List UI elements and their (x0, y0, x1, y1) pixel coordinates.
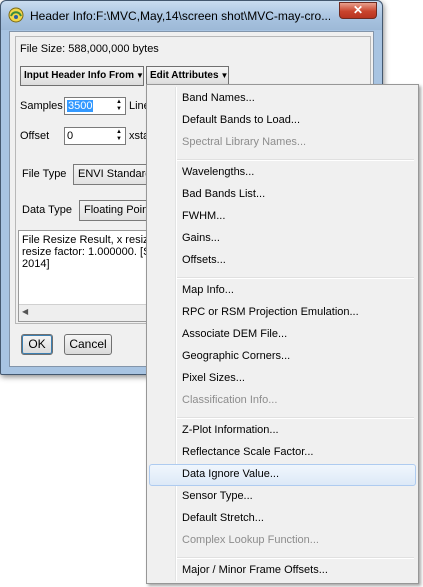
menu-item-label: Pixel Sizes... (182, 372, 245, 384)
close-button[interactable]: ✕ (339, 2, 377, 19)
menu-separator (177, 557, 414, 559)
menu-item-label: Wavelengths... (182, 166, 255, 178)
menu-separator (177, 417, 414, 419)
data-type-label: Data Type (22, 204, 72, 216)
envi-app-icon (8, 7, 24, 23)
data-type-select[interactable]: Floating Point (79, 200, 155, 221)
menu-item-label: Bad Bands List... (182, 188, 266, 200)
scroll-left-icon[interactable]: ◀ (22, 307, 28, 316)
menu-item-label: Spectral Library Names... (182, 136, 307, 148)
horizontal-scrollbar[interactable]: ◀ (19, 304, 159, 321)
chevron-down-icon: ▼ (136, 71, 144, 80)
close-icon: ✕ (352, 3, 364, 17)
description-line: resize factor: 1.000000. [Su (22, 246, 157, 258)
menu-item-label: Reflectance Scale Factor... (182, 446, 314, 458)
offset-input[interactable]: 0 ▲ ▼ (64, 127, 126, 145)
file-type-select[interactable]: ENVI Standard (73, 164, 153, 185)
cancel-button[interactable]: Cancel (64, 334, 112, 355)
edit-attributes-label: Edit Attributes (150, 70, 219, 81)
menu-item-bad-bands-list[interactable]: Bad Bands List... (149, 184, 416, 206)
offset-label: Offset (20, 130, 50, 142)
menu-item-pixel-sizes[interactable]: Pixel Sizes... (149, 368, 416, 390)
menu-item-sensor-type[interactable]: Sensor Type... (149, 486, 416, 508)
samples-value: 3500 (67, 100, 94, 112)
menu-item-band-names[interactable]: Band Names... (149, 88, 416, 110)
menu-item-associate-dem-file[interactable]: Associate DEM File... (149, 324, 416, 346)
menu-item-label: Major / Minor Frame Offsets... (182, 564, 328, 576)
edit-attributes-dropdown: Band Names... Default Bands to Load... S… (146, 84, 419, 584)
samples-input[interactable]: 3500 ▲ ▼ (64, 97, 126, 115)
menu-item-label: Default Bands to Load... (182, 114, 301, 126)
menu-item-default-bands[interactable]: Default Bands to Load... (149, 110, 416, 132)
menu-separator (177, 277, 414, 279)
description-text: File Resize Result, x resize resize fact… (22, 234, 159, 270)
input-header-info-menu[interactable]: Input Header Info From ▼ (20, 66, 144, 86)
menu-item-label: Gains... (182, 232, 220, 244)
offset-value: 0 (67, 130, 74, 142)
menu-item-data-ignore-value[interactable]: Data Ignore Value... (149, 464, 416, 486)
spinner-arrows-icon[interactable]: ▲ ▼ (114, 99, 124, 113)
menu-item-frame-offsets[interactable]: Major / Minor Frame Offsets... (149, 560, 416, 582)
menu-item-label: Band Names... (182, 92, 255, 104)
chevron-down-icon: ▼ (220, 71, 229, 80)
menu-item-complex-lookup-function: Complex Lookup Function... (149, 530, 416, 552)
input-header-info-label: Input Header Info From (24, 70, 134, 81)
menu-item-label: Associate DEM File... (182, 328, 288, 340)
menu-item-offsets[interactable]: Offsets... (149, 250, 416, 272)
menu-item-geographic-corners[interactable]: Geographic Corners... (149, 346, 416, 368)
spinner-arrows-icon[interactable]: ▲ ▼ (114, 129, 124, 143)
menu-item-label: Map Info... (182, 284, 234, 296)
menu-item-spectral-library-names: Spectral Library Names... (149, 132, 416, 154)
menu-item-label: Complex Lookup Function... (182, 534, 319, 546)
window-title: Header Info:F:\MVC,May,14\screen shot\MV… (30, 9, 330, 23)
menu-item-map-info[interactable]: Map Info... (149, 280, 416, 302)
menu-item-label: Z-Plot Information... (182, 424, 279, 436)
menu-item-label: FWHM... (182, 210, 226, 222)
menu-item-z-plot-information[interactable]: Z-Plot Information... (149, 420, 416, 442)
menu-item-reflectance-scale-factor[interactable]: Reflectance Scale Factor... (149, 442, 416, 464)
menu-item-label: Sensor Type... (182, 490, 253, 502)
menu-item-gains[interactable]: Gains... (149, 228, 416, 250)
menu-item-rpc-rsm-projection[interactable]: RPC or RSM Projection Emulation... (149, 302, 416, 324)
menu-item-label: Default Stretch... (182, 512, 264, 524)
description-line: File Resize Result, x resize (22, 234, 155, 246)
menu-item-label: Offsets... (182, 254, 226, 266)
title-bar[interactable]: Header Info:F:\MVC,May,14\screen shot\MV… (1, 1, 382, 30)
file-size-label: File Size: 588,000,000 bytes (20, 43, 159, 55)
menu-item-fwhm[interactable]: FWHM... (149, 206, 416, 228)
menu-item-label: Data Ignore Value... (182, 468, 280, 480)
description-textarea[interactable]: File Resize Result, x resize resize fact… (18, 230, 160, 322)
menu-item-label: Geographic Corners... (182, 350, 291, 362)
file-type-label: File Type (22, 168, 67, 180)
menu-separator (177, 159, 414, 161)
menu-item-label: Classification Info... (182, 394, 278, 406)
menu-item-label: RPC or RSM Projection Emulation... (182, 306, 359, 318)
menu-item-default-stretch[interactable]: Default Stretch... (149, 508, 416, 530)
ok-button[interactable]: OK (21, 334, 53, 355)
edit-attributes-menu[interactable]: Edit Attributes ▼ (146, 66, 229, 86)
samples-label: Samples (20, 100, 63, 112)
description-line: 2014] (22, 258, 50, 270)
menu-item-classification-info: Classification Info... (149, 390, 416, 412)
menu-item-wavelengths[interactable]: Wavelengths... (149, 162, 416, 184)
